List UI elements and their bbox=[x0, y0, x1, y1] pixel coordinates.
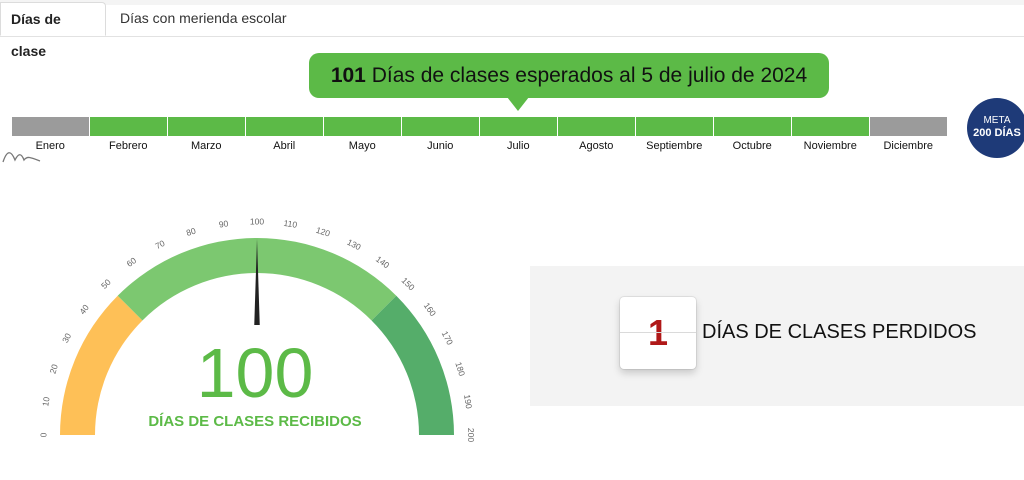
month-6: Julio bbox=[480, 117, 557, 152]
month-segment bbox=[324, 117, 401, 136]
month-7: Agosto bbox=[558, 117, 635, 152]
month-11: Diciembre bbox=[870, 117, 947, 152]
month-segment bbox=[246, 117, 323, 136]
month-0: Enero bbox=[12, 117, 89, 152]
gauge-tick-label: 40 bbox=[77, 302, 91, 316]
month-label: Septiembre bbox=[646, 140, 703, 152]
goal-value: 200 DÍAS bbox=[973, 127, 1021, 139]
wave-icon bbox=[2, 152, 41, 163]
month-1: Febrero bbox=[90, 117, 167, 152]
gauge-value: 100 bbox=[196, 334, 314, 412]
gauge-tick-label: 140 bbox=[374, 254, 392, 271]
month-10: Noviembre bbox=[792, 117, 869, 152]
gauge-tick-label: 190 bbox=[462, 394, 474, 410]
gauge-tick-label: 180 bbox=[453, 361, 467, 378]
tab-dias-de-clase[interactable]: Días de clase bbox=[0, 2, 106, 59]
gauge-tick-label: 100 bbox=[250, 216, 264, 226]
lost-days-label: DÍAS DE CLASES PERDIDOS bbox=[702, 321, 977, 343]
gauge-tick-label: 30 bbox=[60, 331, 73, 344]
gauge-tick-label: 130 bbox=[345, 237, 362, 252]
month-label: Marzo bbox=[190, 140, 222, 152]
month-8: Septiembre bbox=[636, 117, 713, 152]
month-timeline: Enero Febrero Marzo Abril Mayo Junio Julio Agos… bbox=[12, 117, 947, 157]
expected-days-text: Días de clases esperados al 5 de julio d… bbox=[365, 64, 808, 87]
goal-badge: META 200 DÍAS bbox=[967, 98, 1024, 158]
lost-days-number: 1 bbox=[647, 312, 669, 353]
month-label: Diciembre bbox=[883, 140, 933, 152]
gauge-tick-label: 60 bbox=[125, 255, 139, 269]
expected-days-number: 101 bbox=[330, 64, 366, 87]
month-segment bbox=[792, 117, 869, 136]
calendar-icon: 1 bbox=[620, 297, 696, 369]
gauge-tick-label: 10 bbox=[40, 396, 51, 407]
month-segment bbox=[480, 117, 557, 136]
month-label: Abril bbox=[273, 140, 296, 152]
gauge-tick-label: 80 bbox=[185, 225, 197, 238]
month-label: Febrero bbox=[108, 140, 148, 152]
month-segment bbox=[558, 117, 635, 136]
month-3: Abril bbox=[246, 117, 323, 152]
month-label: Mayo bbox=[348, 140, 376, 152]
gauge-tick-label: 50 bbox=[99, 277, 113, 291]
month-label: Julio bbox=[506, 140, 530, 152]
month-label: Junio bbox=[427, 140, 454, 152]
month-2: Marzo bbox=[168, 117, 245, 152]
gauge-tick-label: 0 bbox=[38, 432, 48, 437]
gauge-tick-label: 160 bbox=[422, 301, 439, 319]
month-label: Agosto bbox=[579, 140, 614, 152]
month-segment bbox=[714, 117, 791, 136]
gauge-tick-label: 70 bbox=[153, 238, 166, 251]
tab-bar: Días de clase Días con merienda escolar bbox=[0, 0, 1024, 59]
gauge-tick-label: 120 bbox=[315, 225, 332, 239]
month-segment bbox=[636, 117, 713, 136]
gauge-caption: DÍAS DE CLASES RECIBIDOS bbox=[148, 413, 362, 430]
gauge-tick-label: 20 bbox=[47, 363, 60, 375]
gauge-tick-label: 170 bbox=[440, 329, 455, 346]
gauge-tick-label: 110 bbox=[283, 218, 298, 230]
month-label: Octubre bbox=[732, 140, 772, 152]
gauge-tick-label: 150 bbox=[400, 275, 417, 292]
month-segment bbox=[870, 117, 947, 136]
month-4: Mayo bbox=[324, 117, 401, 152]
month-9: Octubre bbox=[714, 117, 791, 152]
month-segment bbox=[12, 117, 89, 136]
month-segment bbox=[90, 117, 167, 136]
month-5: Junio bbox=[402, 117, 479, 152]
month-label: Noviembre bbox=[803, 140, 857, 152]
month-segment bbox=[402, 117, 479, 136]
tab-dias-merienda[interactable]: Días con merienda escolar bbox=[110, 2, 297, 36]
expected-days-banner: 101 Días de clases esperados al 5 de jul… bbox=[309, 53, 829, 98]
banner-pointer bbox=[507, 97, 529, 111]
goal-label: META bbox=[983, 115, 1011, 126]
gauge-tick-label: 200 bbox=[466, 428, 476, 442]
month-segment bbox=[168, 117, 245, 136]
gauge-tick-label: 90 bbox=[218, 218, 229, 229]
